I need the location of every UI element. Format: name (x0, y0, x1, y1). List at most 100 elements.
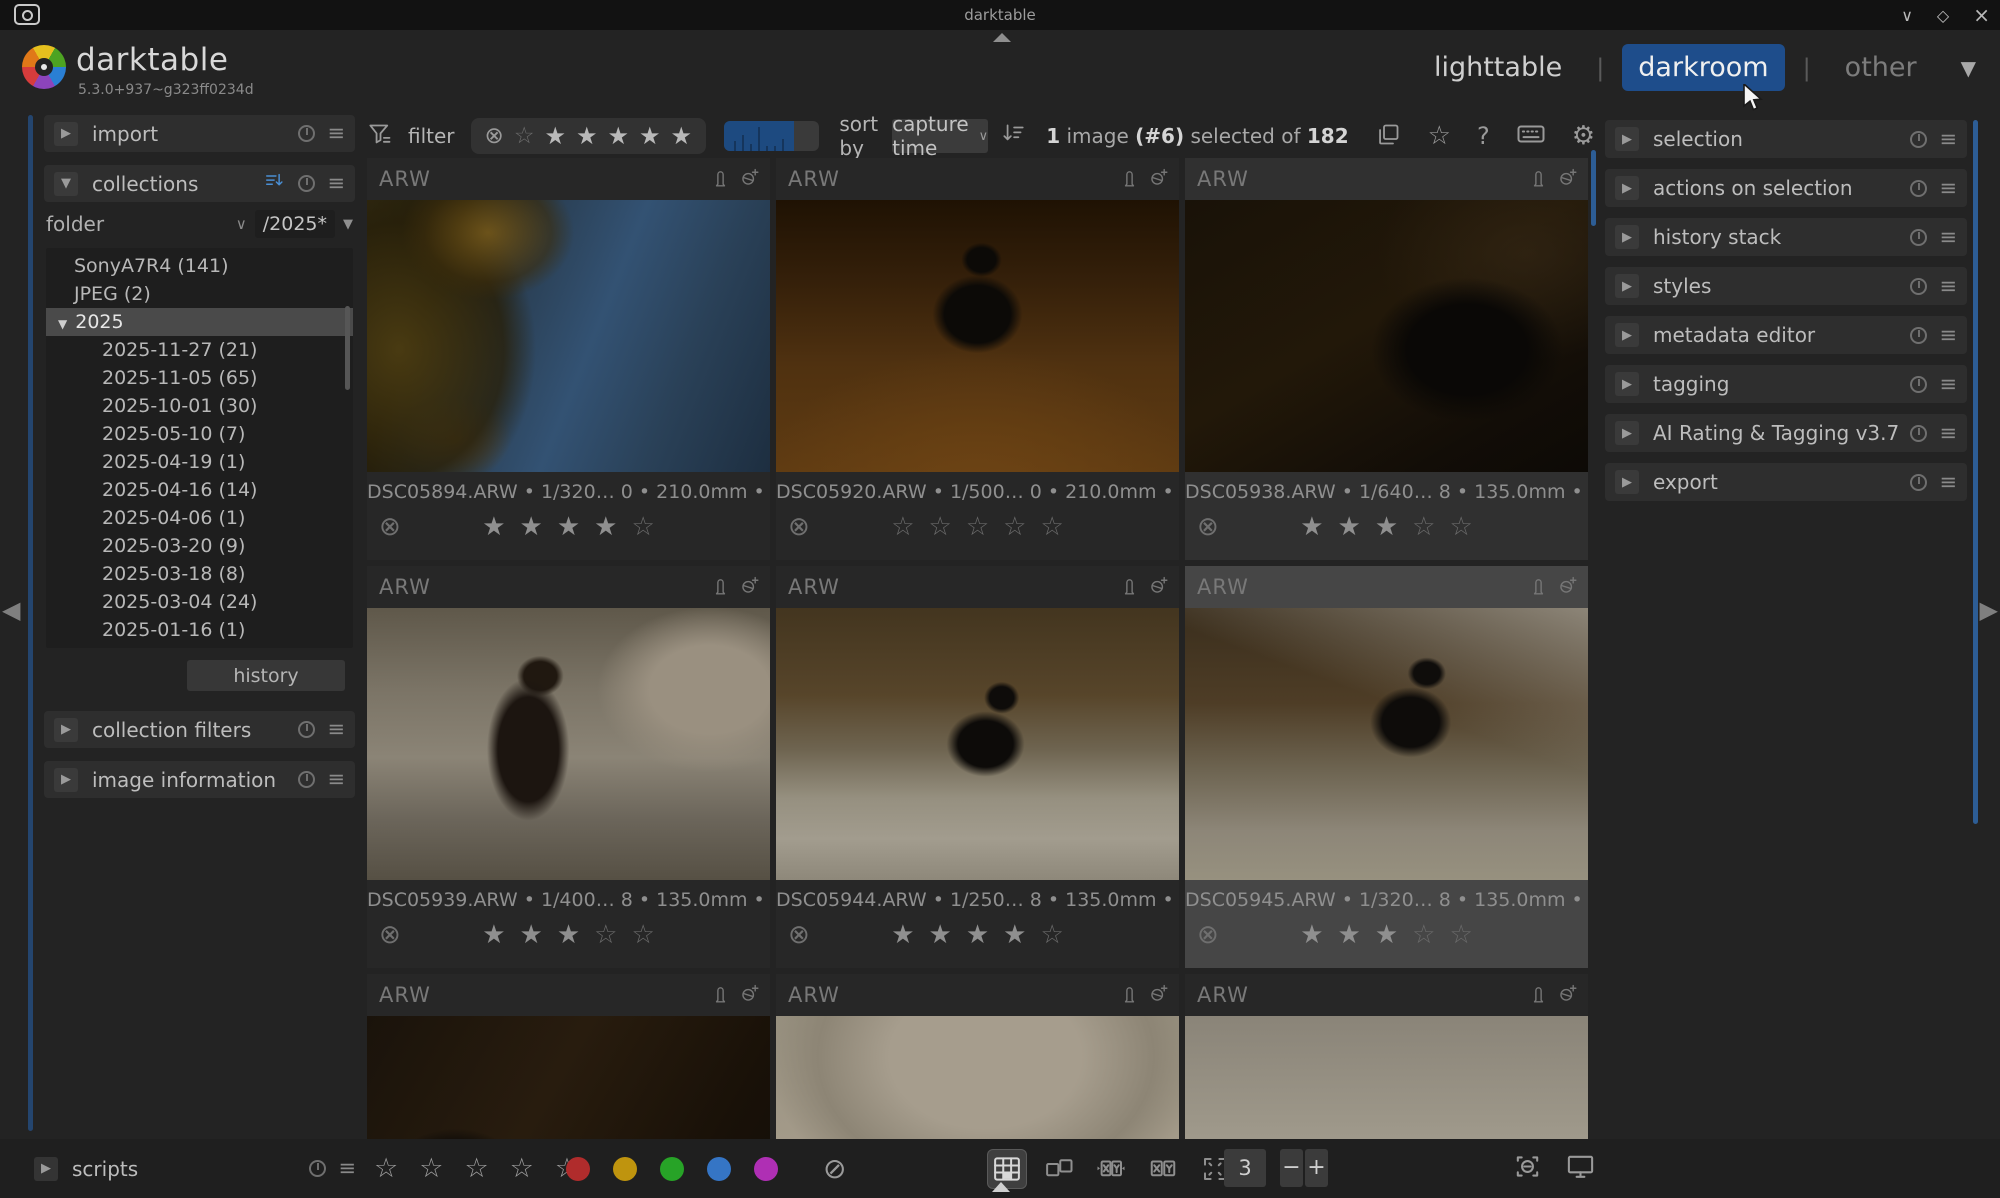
rate-3-star-icon[interactable]: ☆ (464, 1153, 488, 1184)
photo-thumbnail[interactable] (1185, 200, 1588, 472)
expander-icon[interactable]: ▶ (54, 768, 78, 792)
range-rating-histogram[interactable] (724, 121, 819, 151)
color-label-yellow[interactable] (613, 1157, 637, 1181)
filter-funnel-icon[interactable] (367, 121, 394, 152)
star-rating[interactable]: ★★★☆☆ (1300, 512, 1473, 542)
thumbnail-cell-selected[interactable]: ARW DSC05945.ARW • 1/320… 8 • 135.0mm • … (1185, 566, 1588, 968)
unstarred-icon[interactable]: ☆ (514, 123, 535, 149)
expander-icon[interactable]: ▶ (54, 122, 78, 146)
thumbnail-cell[interactable]: ARW (1185, 974, 1588, 1139)
reset-icon[interactable] (1910, 278, 1927, 295)
reset-icon[interactable] (298, 771, 315, 788)
star-rating[interactable]: ★★★★☆ (891, 920, 1064, 950)
star-rating[interactable]: ★★★☆☆ (1300, 920, 1473, 950)
expander-icon[interactable]: ▶ (1615, 421, 1639, 445)
color-label-green[interactable] (660, 1157, 684, 1181)
folder-item[interactable]: 2025-05-10 (7) (46, 420, 353, 448)
collection-property-label[interactable]: folder (46, 212, 104, 236)
folder-item[interactable]: 2025-11-05 (65) (46, 364, 353, 392)
expander-icon[interactable]: ▶ (1615, 323, 1639, 347)
star-filter-widget[interactable]: ⊗ ☆ ★ ★ ★ ★ ★ (471, 118, 706, 154)
display-profile-icon[interactable] (1565, 1151, 1596, 1186)
presets-icon[interactable]: ≡ (327, 719, 345, 740)
presets-icon[interactable]: ≡ (1939, 227, 1957, 248)
panel-actions-on-selection[interactable]: ▶ actions on selection ≡ (1605, 169, 1967, 207)
grid-scrollbar[interactable] (1591, 150, 1596, 226)
sort-direction-icon[interactable] (1000, 121, 1026, 151)
panel-ai-rating-tagging[interactable]: ▶ AI Rating & Tagging v3.7 ≡ (1605, 414, 1967, 452)
expander-icon[interactable]: ▼ (54, 172, 78, 196)
folder-item-selected[interactable]: ▼2025 (46, 308, 353, 336)
photo-thumbnail[interactable] (776, 1016, 1179, 1139)
sort-collections-icon[interactable] (264, 171, 286, 197)
reject-icon[interactable]: ⊗ (788, 512, 810, 542)
star-filter-2[interactable]: ★ (576, 122, 598, 150)
sort-criteria-dropdown[interactable]: capture time ∨ (892, 119, 988, 153)
zoom-out-button[interactable]: − (1280, 1149, 1303, 1187)
thumbnail-cell[interactable]: ARW DSC05938.ARW • 1/640… 8 • 135.0mm • … (1185, 158, 1588, 560)
rate-1-star-icon[interactable]: ☆ (374, 1153, 398, 1184)
presets-icon[interactable]: ≡ (1939, 276, 1957, 297)
focus-detection-icon[interactable] (1512, 1151, 1543, 1186)
photo-thumbnail[interactable] (776, 608, 1179, 880)
presets-icon[interactable]: ≡ (1939, 178, 1957, 199)
color-label-purple[interactable] (754, 1157, 778, 1181)
history-button[interactable]: history (187, 660, 345, 691)
tab-other[interactable]: other (1829, 44, 1933, 91)
folder-item[interactable]: SonyA7R4 (141) (46, 252, 353, 280)
reset-icon[interactable] (309, 1160, 326, 1177)
panel-tagging[interactable]: ▶ tagging ≡ (1605, 365, 1967, 403)
presets-icon[interactable]: ≡ (327, 173, 345, 194)
collapse-bottom-panel-arrow[interactable] (992, 1182, 1010, 1192)
star-filter-3[interactable]: ★ (607, 122, 629, 150)
expander-icon[interactable]: ▶ (1615, 127, 1639, 151)
thumbnail-cell[interactable]: ARW DSC05894.ARW • 1/320… 0 • 210.0mm • … (367, 158, 770, 560)
right-panel-scrollbar[interactable] (1973, 120, 1978, 824)
folder-item[interactable]: 2025-04-16 (14) (46, 476, 353, 504)
folder-list-scrollbar[interactable] (345, 306, 350, 390)
panel-metadata-editor[interactable]: ▶ metadata editor ≡ (1605, 316, 1967, 354)
overlays-star-icon[interactable]: ☆ (1428, 121, 1451, 151)
clear-color-label-icon[interactable]: ⊘ (823, 1152, 846, 1185)
expand-left-panel-arrow[interactable]: ◀ (2, 596, 20, 624)
reject-icon[interactable]: ⊗ (1197, 920, 1219, 950)
photo-thumbnail[interactable] (1185, 608, 1588, 880)
reset-icon[interactable] (1910, 425, 1927, 442)
folder-item[interactable]: 2025-03-18 (8) (46, 560, 353, 588)
reset-icon[interactable] (1910, 229, 1927, 246)
thumbnail-cell[interactable]: ARW DSC05939.ARW • 1/400… 8 • 135.0mm • … (367, 566, 770, 968)
folder-item[interactable]: JPEG (2) (46, 280, 353, 308)
preferences-gear-icon[interactable]: ⚙ (1572, 121, 1595, 151)
help-icon[interactable]: ? (1477, 122, 1490, 150)
presets-icon[interactable]: ≡ (1939, 472, 1957, 493)
reset-icon[interactable] (298, 125, 315, 142)
expander-icon[interactable]: ▶ (34, 1157, 58, 1181)
panel-scripts[interactable]: ▶ scripts ≡ (34, 1139, 356, 1198)
star-filter-1[interactable]: ★ (544, 122, 566, 150)
reset-icon[interactable] (1910, 327, 1927, 344)
zoom-in-button[interactable]: + (1305, 1149, 1328, 1187)
photo-thumbnail[interactable] (1185, 1016, 1588, 1139)
expander-icon[interactable]: ▶ (1615, 470, 1639, 494)
photo-thumbnail[interactable] (367, 1016, 770, 1139)
folder-item[interactable]: 2025-01-16 (1) (46, 616, 353, 644)
panel-image-information[interactable]: ▶ image information ≡ (44, 761, 355, 798)
photo-thumbnail[interactable] (367, 608, 770, 880)
tree-expanded-icon[interactable]: ▼ (58, 317, 67, 331)
star-filter-4[interactable]: ★ (639, 122, 661, 150)
star-rating[interactable]: ★★★★☆ (482, 512, 655, 542)
zoom-level-value[interactable]: 3 (1224, 1149, 1266, 1187)
presets-icon[interactable]: ≡ (327, 123, 345, 144)
thumbnail-cell[interactable]: ARW (776, 974, 1179, 1139)
panel-history-stack[interactable]: ▶ history stack ≡ (1605, 218, 1967, 256)
grouping-icon[interactable] (1375, 121, 1402, 152)
collection-filter-input[interactable]: /2025* (255, 210, 335, 238)
tab-lighttable[interactable]: lighttable (1418, 44, 1578, 91)
presets-icon[interactable]: ≡ (1939, 325, 1957, 346)
reset-icon[interactable] (298, 175, 315, 192)
thumbnail-cell[interactable]: ARW DSC05944.ARW • 1/250… 8 • 135.0mm • … (776, 566, 1179, 968)
minimize-icon[interactable]: ∨ (1901, 6, 1913, 25)
thumbnail-cell[interactable]: ARW (367, 974, 770, 1139)
layout-culling-fixed-icon[interactable] (1144, 1150, 1182, 1188)
presets-icon[interactable]: ≡ (327, 769, 345, 790)
